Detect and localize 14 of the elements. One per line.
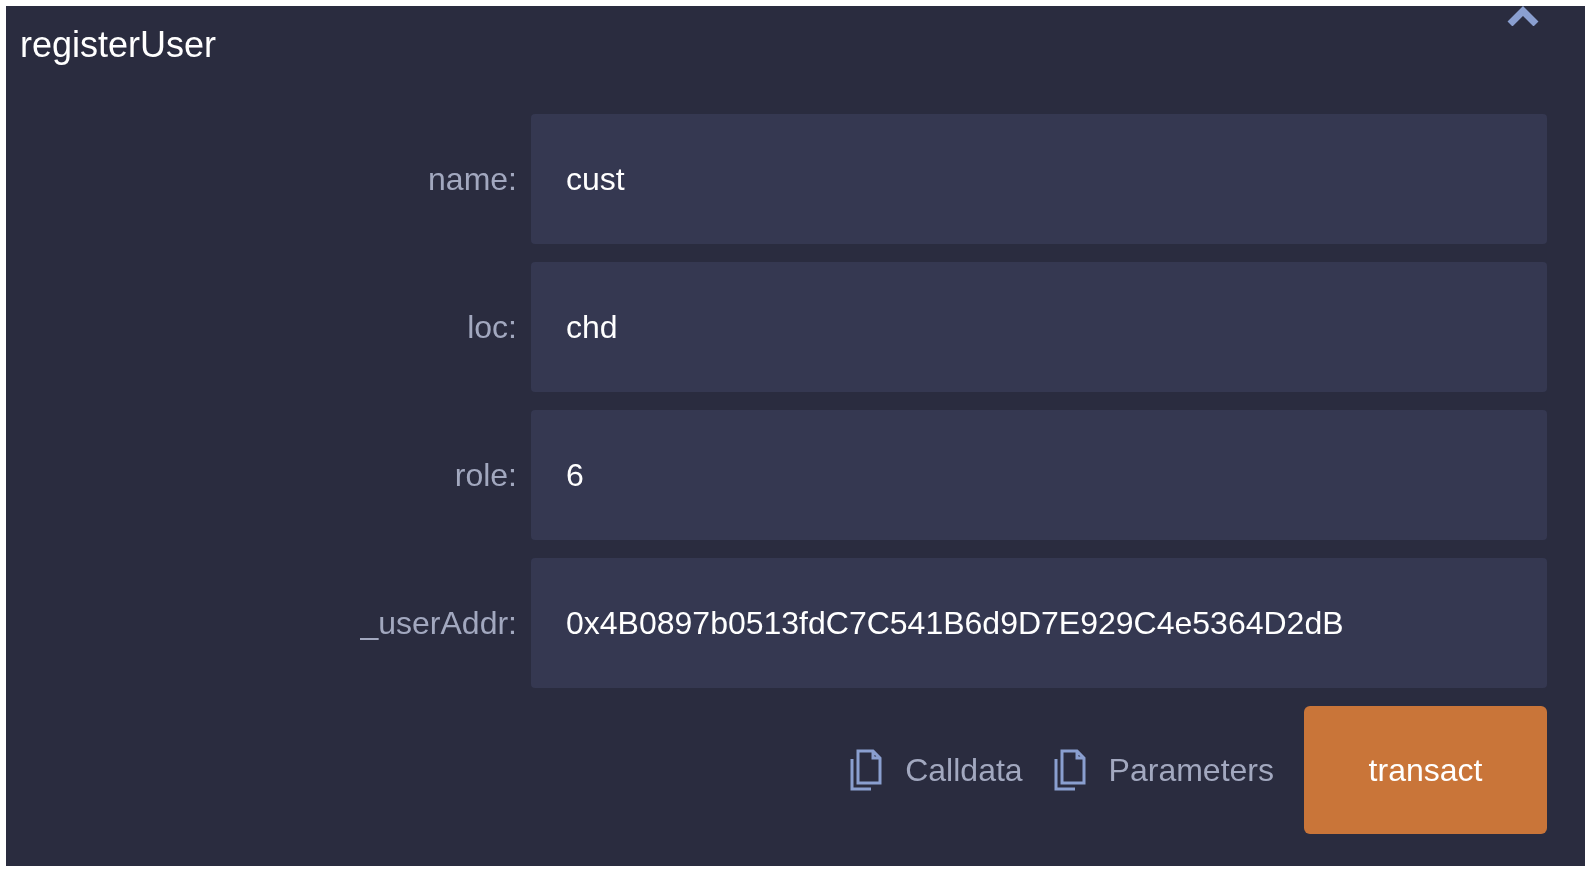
copy-icon[interactable] xyxy=(849,747,884,793)
copy-icon[interactable] xyxy=(1052,747,1087,793)
input-field[interactable]: 6 xyxy=(531,410,1547,540)
field-label: name: xyxy=(427,160,517,198)
copy-link[interactable]: Calldata xyxy=(905,751,1023,789)
field-label: _userAddr: xyxy=(359,604,517,642)
input-field[interactable]: chd xyxy=(531,262,1547,392)
copy-link[interactable]: Parameters xyxy=(1108,751,1274,789)
function-title: registerUser xyxy=(20,24,218,67)
field-label: role: xyxy=(453,456,517,494)
collapse-icon[interactable] xyxy=(1506,6,1540,26)
field-label: loc: xyxy=(466,308,517,346)
input-field[interactable]: cust xyxy=(531,114,1547,244)
input-field[interactable]: 0x4B0897b0513fdC7C541B6d9D7E929C4e5364D2dB xyxy=(531,558,1547,688)
